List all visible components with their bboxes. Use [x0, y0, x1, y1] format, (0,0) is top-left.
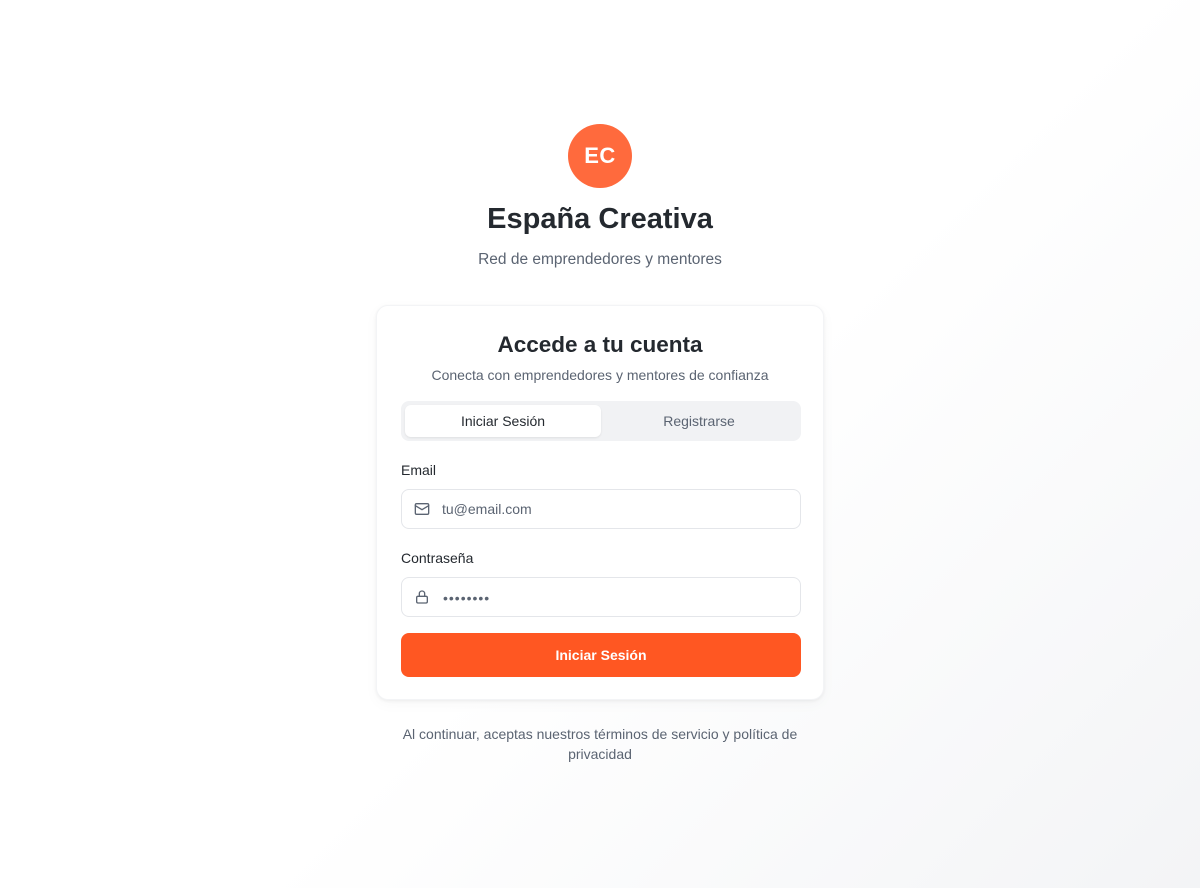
brand-title: España Creativa	[487, 203, 713, 235]
password-label: Contraseña	[401, 550, 474, 566]
auth-tabs: Iniciar Sesión Registrarse	[401, 401, 801, 441]
tab-registrarse[interactable]: Registrarse	[601, 405, 797, 437]
lock-icon	[414, 589, 430, 605]
brand-logo: EC	[568, 124, 632, 188]
tab-iniciar-sesion[interactable]: Iniciar Sesión	[405, 405, 601, 437]
email-input[interactable]	[442, 490, 792, 528]
card-title: Accede a tu cuenta	[497, 332, 703, 357]
mail-icon	[414, 501, 430, 517]
brand-subtitle: Red de emprendedores y mentores	[478, 251, 722, 268]
brand-initials: EC	[584, 143, 616, 168]
login-submit-button[interactable]: Iniciar Sesión	[401, 633, 801, 677]
card-subtitle: Conecta con emprendedores y mentores de …	[431, 367, 769, 383]
email-label: Email	[401, 462, 437, 478]
terms-note: Al continuar, aceptas nuestros términos …	[402, 726, 798, 762]
password-input[interactable]: ••••••••	[443, 590, 490, 606]
password-field[interactable]: ••••••••	[401, 577, 801, 617]
email-field-wrapper	[401, 489, 801, 529]
login-card: Accede a tu cuenta Conecta con emprended…	[376, 305, 824, 700]
